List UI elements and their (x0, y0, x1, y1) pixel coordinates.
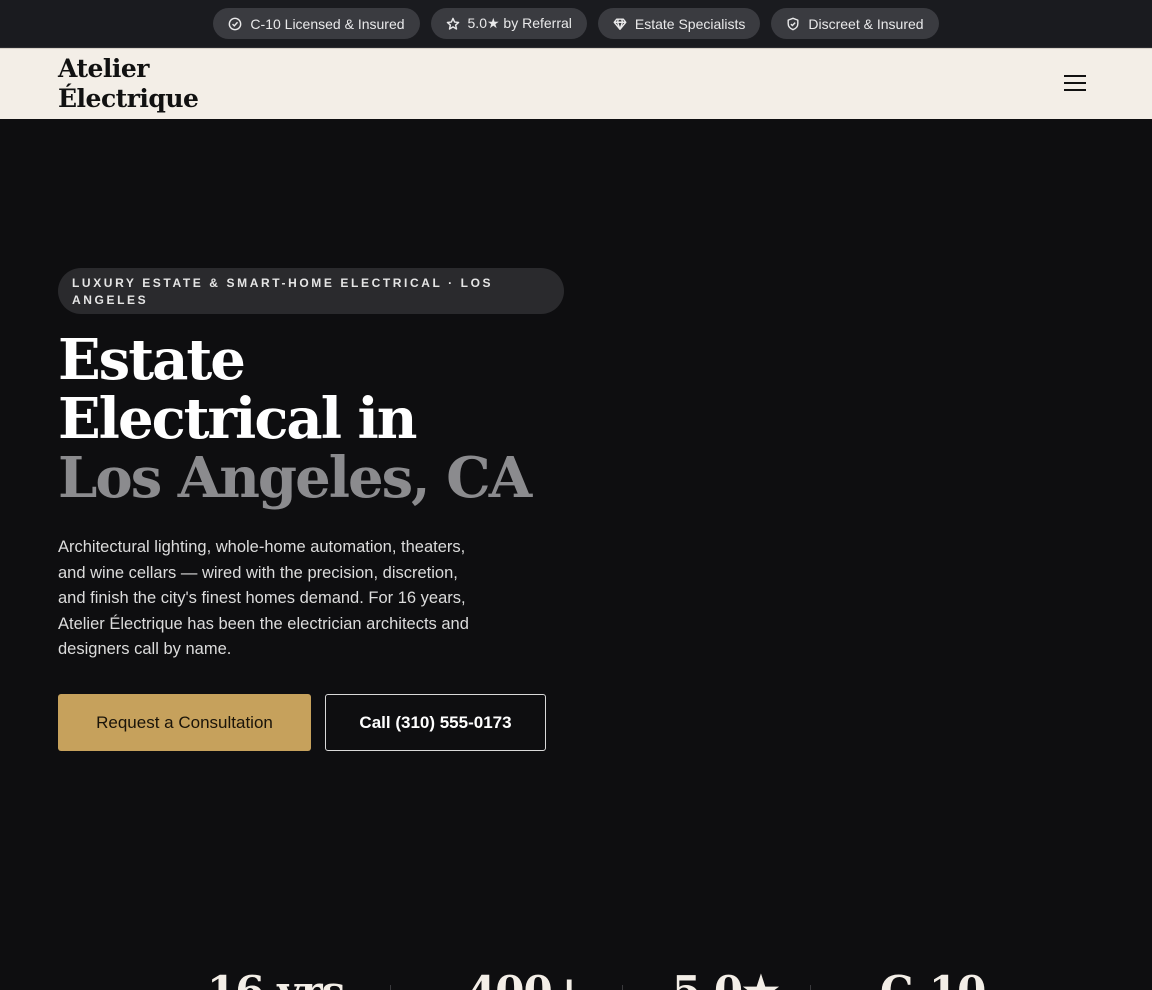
trust-pill-discreet: Discreet & Insured (771, 8, 939, 39)
star-icon (446, 17, 459, 30)
trust-pill-label: Discreet & Insured (808, 15, 924, 32)
trust-pill-rating: 5.0★ by Referral (430, 8, 587, 39)
stat-divider (390, 985, 391, 990)
hero-title: Estate Electrical in Los Angeles, CA (58, 327, 532, 511)
hero-lead: Architectural lighting, whole-home autom… (58, 538, 469, 659)
trust-pill-licensed: C-10 Licensed & Insured (213, 8, 420, 39)
stat-years: 16 yrs (207, 967, 345, 990)
hero-title-line-2: Electrical in (58, 386, 417, 452)
hero-eyebrow: LUXURY ESTATE & SMART-HOME ELECTRICAL · … (58, 268, 564, 314)
stat-projects: 400+ (467, 967, 587, 990)
request-consultation-button[interactable]: Request a Consultation (58, 694, 311, 751)
trust-pill-specialists: Estate Specialists (597, 8, 761, 39)
hero-section: LUXURY ESTATE & SMART-HOME ELECTRICAL · … (0, 119, 1152, 990)
stats-row: 16 yrs 400+ 5.0★ C-10 (0, 967, 1152, 990)
trust-pill-label: C-10 Licensed & Insured (250, 15, 405, 32)
stat-divider (622, 985, 623, 990)
hamburger-menu-icon[interactable] (1064, 73, 1088, 93)
hero-title-line-3: Los Angeles, CA (58, 445, 532, 511)
logo-line-2: Électrique (58, 84, 199, 113)
trust-bar: C-10 Licensed & Insured 5.0★ by Referral… (0, 0, 1152, 48)
stat-rating: 5.0★ (672, 967, 780, 990)
logo[interactable]: Atelier Électrique (58, 54, 199, 114)
hero-title-line-1: Estate (58, 327, 246, 393)
trust-pill-label: Estate Specialists (634, 15, 746, 32)
diamond-icon (613, 17, 627, 30)
trust-pill-label: 5.0★ by Referral (467, 15, 572, 31)
stat-license: C-10 (880, 967, 986, 990)
stat-divider (810, 985, 811, 990)
call-phone-button[interactable]: Call (310) 555-0173 (325, 694, 546, 751)
shield-check-icon (787, 17, 799, 30)
check-circle-icon (229, 17, 242, 30)
site-header: Atelier Électrique (0, 48, 1152, 119)
logo-line-1: Atelier (58, 54, 149, 83)
